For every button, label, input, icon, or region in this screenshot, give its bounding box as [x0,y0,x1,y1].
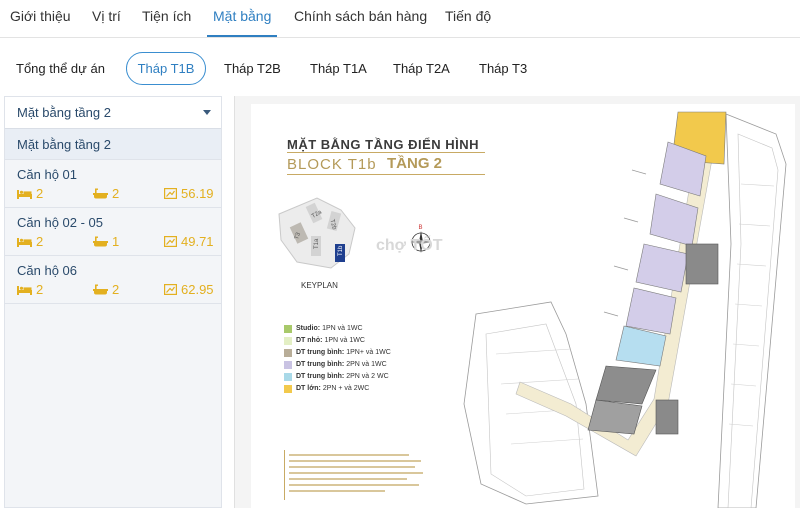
legend-swatch [284,372,292,381]
unit-item[interactable]: Căn hộ 06 2 2 62.95 [5,256,221,304]
unit-item[interactable]: Căn hộ 01 2 2 56.19 [5,160,221,208]
floor-sidebar: Mặt bằng tầng 2 Mặt bằng tầng 2 Căn hộ 0… [4,96,222,508]
unit-name: Căn hộ 01 [17,167,77,182]
area-icon [164,284,177,295]
legend-swatch [284,324,292,333]
bedroom-value: 2 [36,282,44,297]
floor-header[interactable]: Mặt bằng tầng 2 [5,129,221,160]
legend-swatch [284,384,292,393]
legend-item: DT lớn: 2PN + và 2WC [284,384,369,393]
legend-swatch [284,348,292,357]
nav-tab-gioi-thieu[interactable]: Giới thiệu [10,8,71,24]
active-tab-underline [207,35,277,37]
keyplan-label: KEYPLAN [301,281,338,290]
bed-icon [17,237,32,247]
legend-item: Studio: 1PN và 1WC [284,324,363,333]
plan-floor-label: TẦNG 2 [387,155,443,172]
unit-name: Căn hộ 02 - 05 [17,215,104,230]
floor-plan-viewer[interactable]: MẶT BẰNG TẦNG ĐIỂN HÌNH BLOCK T1b TẦNG 2… [234,96,800,508]
legend-item: DT trung bình: 2PN và 2 WC [284,372,389,381]
bedroom-count: 2 [17,282,43,297]
keyplan-label-t1a: T1a [314,238,320,249]
bathtub-icon [93,284,108,295]
floor-header-label: Mặt bằng tầng 2 [17,137,111,152]
watermark: chợ TỐT [376,237,443,254]
bathroom-count: 1 [93,234,119,249]
plan-block-label: BLOCK T1b [287,156,377,173]
floor-plan-image: MẶT BẰNG TẦNG ĐIỂN HÌNH BLOCK T1b TẦNG 2… [251,104,795,508]
area-value: 56.19 [181,186,214,201]
bedroom-count: 2 [17,186,43,201]
bed-icon [17,285,32,295]
area-value-group: 62.95 [164,282,214,297]
bathroom-value: 2 [112,186,120,201]
compass-north-label: B [419,225,423,231]
building-floor-plan [463,111,787,508]
legend-swatch [284,336,292,345]
tower-tab-t1b[interactable]: Tháp T1B [126,52,206,85]
area-value-group: 56.19 [164,186,214,201]
floor-select[interactable]: Mặt bằng tầng 2 [5,97,221,129]
legend-swatch [284,360,292,369]
bathroom-value: 2 [112,282,120,297]
tower-tab-t1a[interactable]: Tháp T1A [310,61,367,76]
unit-name: Căn hộ 06 [17,263,77,278]
bedroom-value: 2 [36,186,44,201]
bathroom-count: 2 [93,186,119,201]
bathtub-icon [93,236,108,247]
top-navigation: Giới thiệu Vị trí Tiện ích Mặt bằng Chín… [0,0,800,38]
unit-item[interactable]: Căn hộ 02 - 05 2 1 49.71 [5,208,221,256]
bathroom-value: 1 [112,234,120,249]
tower-tab-t2a[interactable]: Tháp T2A [393,61,450,76]
area-value: 49.71 [181,234,214,249]
nav-tab-mat-bang[interactable]: Mặt bằng [213,8,271,24]
legend-item: DT trung bình: 2PN và 1WC [284,360,387,369]
bedroom-count: 2 [17,234,43,249]
tower-tab-t3[interactable]: Tháp T3 [479,61,527,76]
bathroom-count: 2 [93,282,119,297]
plan-footnote [284,450,424,500]
plan-title: MẶT BẰNG TẦNG ĐIỂN HÌNH [287,137,480,152]
keyplan-label-t1b: T1b [338,245,344,256]
nav-tab-tien-do[interactable]: Tiến độ [445,8,491,24]
keyplan-diagram: T3 T2a T2b T1a T1b [278,197,356,269]
area-icon [164,236,177,247]
nav-tab-vi-tri[interactable]: Vị trí [92,8,121,24]
legend-item: DT trung bình: 1PN+ và 1WC [284,348,391,357]
bedroom-value: 2 [36,234,44,249]
bathtub-icon [93,188,108,199]
bed-icon [17,189,32,199]
area-icon [164,188,177,199]
caret-down-icon [203,110,211,115]
legend-item: DT nhỏ: 1PN và 1WC [284,336,365,345]
tower-tab-t2b[interactable]: Tháp T2B [224,61,281,76]
area-value: 62.95 [181,282,214,297]
floor-select-value: Mặt bằng tầng 2 [17,105,111,120]
area-value-group: 49.71 [164,234,214,249]
nav-tab-tien-ich[interactable]: Tiện ích [142,8,191,24]
nav-tab-chinh-sach-ban-hang[interactable]: Chính sách bán hàng [294,8,427,24]
tower-tab-tong-the[interactable]: Tổng thể dự án [16,61,105,76]
